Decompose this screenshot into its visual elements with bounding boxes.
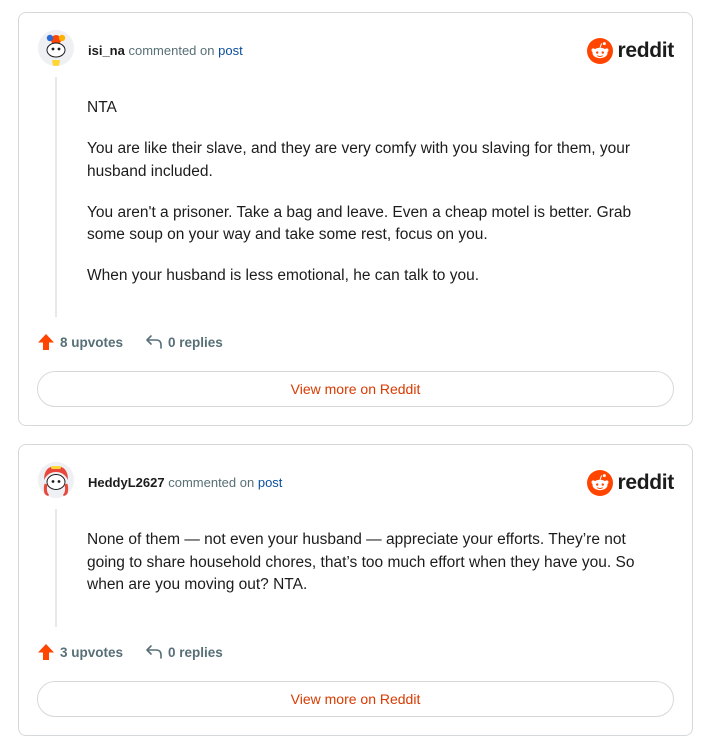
upvote-arrow-icon bbox=[38, 334, 54, 350]
comment-paragraph: None of them — not even your husband — a… bbox=[87, 531, 635, 593]
comment-paragraph: You aren't a prisoner. Take a bag and le… bbox=[87, 203, 632, 244]
username-link[interactable]: HeddyL2627 bbox=[88, 475, 165, 490]
upvote-count: 8 upvotes bbox=[60, 334, 124, 350]
post-link[interactable]: post bbox=[218, 43, 243, 58]
thread-line bbox=[55, 509, 57, 627]
upvote-count: 3 upvotes bbox=[60, 644, 124, 660]
comment-card: isi_na commented on post reddit NTA You … bbox=[18, 12, 693, 426]
user-avatar[interactable] bbox=[38, 30, 74, 66]
reddit-logo[interactable]: reddit bbox=[587, 37, 674, 65]
comment-header: HeddyL2627 commented on post bbox=[88, 475, 282, 491]
reddit-wordmark: reddit bbox=[617, 471, 674, 494]
comment-paragraph: NTA bbox=[87, 99, 117, 116]
user-avatar[interactable] bbox=[38, 462, 74, 498]
snoo-avatar-icon bbox=[38, 30, 74, 66]
username-link[interactable]: isi_na bbox=[88, 43, 125, 58]
reddit-snoo-icon bbox=[587, 38, 614, 64]
comment-paragraph: You are like their slave, and they are v… bbox=[87, 140, 631, 180]
reddit-wordmark: reddit bbox=[617, 39, 674, 62]
thread-line bbox=[55, 77, 57, 317]
reddit-logo[interactable]: reddit bbox=[587, 469, 674, 497]
comment-card: HeddyL2627 commented on post reddit None… bbox=[18, 444, 693, 736]
reply-arrow-icon bbox=[146, 645, 162, 659]
reply-button[interactable]: 0 replies bbox=[145, 334, 223, 350]
comment-actions: 3 upvotes 0 replies bbox=[37, 643, 245, 661]
reply-arrow-icon bbox=[146, 335, 162, 349]
reply-count: 0 replies bbox=[168, 644, 223, 660]
view-more-on-reddit-button[interactable]: View more on Reddit bbox=[37, 371, 674, 407]
reply-button[interactable]: 0 replies bbox=[145, 644, 223, 660]
view-more-on-reddit-button[interactable]: View more on Reddit bbox=[37, 681, 674, 717]
comment-body: NTA You are like their slave, and they a… bbox=[87, 97, 657, 306]
commented-on-text: commented on bbox=[128, 43, 215, 58]
reply-count: 0 replies bbox=[168, 334, 223, 350]
reddit-snoo-icon bbox=[587, 470, 614, 496]
upvote-button[interactable]: 3 upvotes bbox=[37, 643, 123, 661]
commented-on-text: commented on bbox=[168, 475, 255, 490]
post-link[interactable]: post bbox=[258, 475, 283, 490]
comment-body: None of them — not even your husband — a… bbox=[87, 529, 657, 615]
comment-header: isi_na commented on post bbox=[88, 43, 243, 59]
snoo-avatar-icon bbox=[38, 462, 74, 498]
comment-paragraph: When your husband is less emotional, he … bbox=[87, 267, 480, 284]
upvote-button[interactable]: 8 upvotes bbox=[37, 333, 123, 351]
comment-actions: 8 upvotes 0 replies bbox=[37, 333, 245, 351]
upvote-arrow-icon bbox=[38, 644, 54, 660]
